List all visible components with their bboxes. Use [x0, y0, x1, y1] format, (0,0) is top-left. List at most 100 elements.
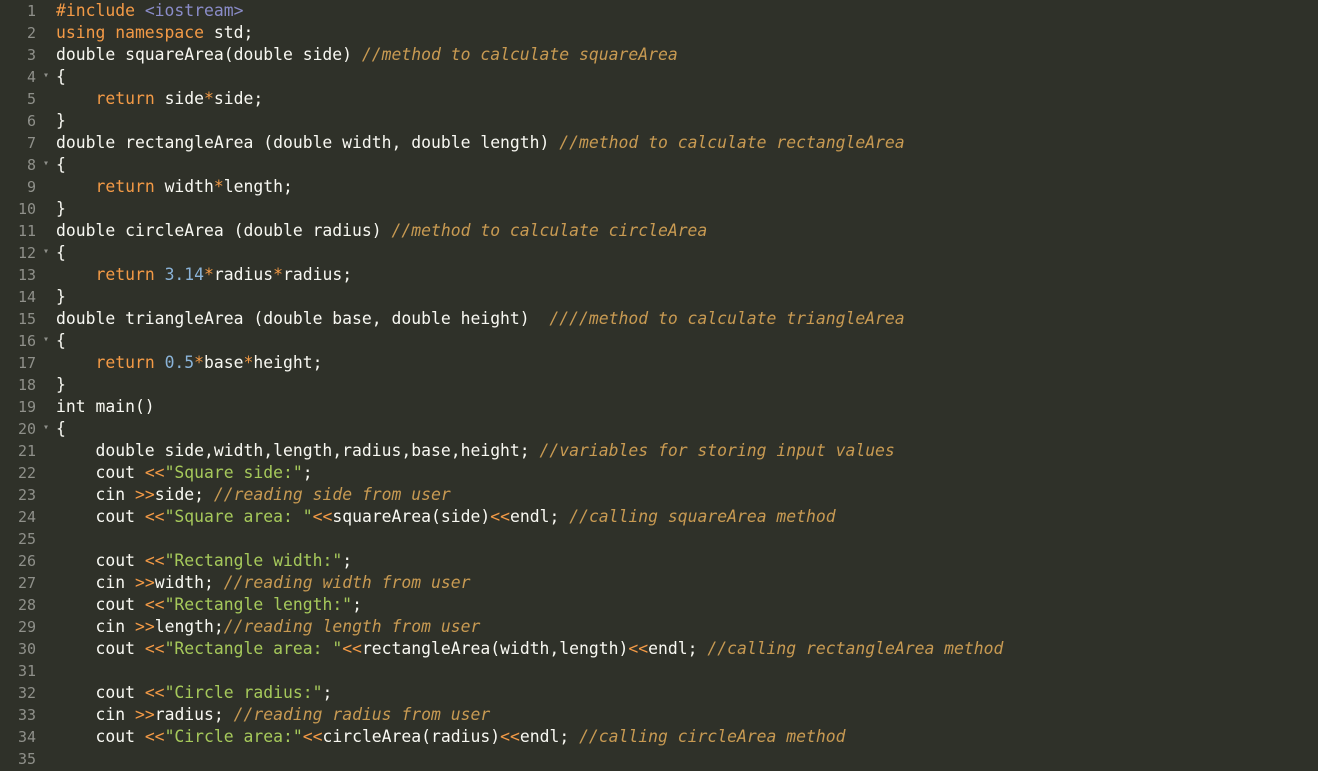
line-number[interactable]: 20 — [0, 417, 52, 440]
code-token: << — [628, 639, 649, 658]
line-number: 24 — [17, 508, 36, 526]
code-line[interactable]: cout <<"Square side:"; — [52, 462, 1318, 484]
code-token: { — [56, 155, 66, 174]
code-token: //variables for storing input values — [539, 441, 895, 460]
code-line[interactable]: return width*length; — [52, 176, 1318, 198]
code-line[interactable]: ​ — [52, 660, 1318, 682]
code-token: std; — [213, 23, 254, 42]
line-number: 26 — [17, 552, 36, 570]
code-line[interactable]: cout <<"Square area: "<<squareArea(side)… — [52, 506, 1318, 528]
code-token: cin — [56, 485, 135, 504]
code-line[interactable]: cout <<"Rectangle area: "<<rectangleArea… — [52, 638, 1318, 660]
code-token: ; — [342, 551, 353, 570]
code-token: "Circle radius:" — [164, 683, 323, 702]
code-token: { — [56, 419, 66, 438]
line-number[interactable]: 12 — [0, 241, 52, 264]
code-editor[interactable]: 1234567891011121314151617181920212223242… — [0, 0, 1318, 771]
code-token: //method to calculate rectangleArea — [559, 133, 905, 152]
code-token: cout — [56, 727, 145, 746]
code-token: 3.14 — [164, 265, 205, 284]
code-line[interactable]: } — [52, 286, 1318, 308]
code-token: ; — [322, 683, 333, 702]
code-token: cin — [56, 617, 135, 636]
code-token: squareArea(side) — [332, 507, 491, 526]
code-line[interactable]: { — [52, 154, 1318, 176]
line-number[interactable]: 16 — [0, 329, 52, 352]
code-line[interactable]: return 3.14*radius*radius; — [52, 264, 1318, 286]
line-number[interactable]: 8 — [0, 153, 52, 176]
line-number: 32 — [17, 684, 36, 702]
code-token: "Rectangle length:" — [164, 595, 353, 614]
line-number: 9 — [26, 178, 36, 196]
code-line[interactable]: return 0.5*base*height; — [52, 352, 1318, 374]
code-line[interactable]: #include <iostream> — [52, 0, 1318, 22]
code-token: radius — [213, 265, 274, 284]
code-token: side; — [213, 89, 264, 108]
code-token: double triangleArea (double base, double… — [56, 309, 550, 328]
code-line[interactable]: cout <<"Circle radius:"; — [52, 682, 1318, 704]
code-line[interactable]: } — [52, 374, 1318, 396]
line-number: 35 — [17, 750, 36, 768]
code-line[interactable]: ​ — [52, 528, 1318, 550]
code-token: << — [144, 639, 165, 658]
code-token: ////method to calculate triangleArea — [549, 309, 905, 328]
code-token: ; — [352, 595, 362, 614]
code-line[interactable]: double circleArea (double radius) //meth… — [52, 220, 1318, 242]
code-line[interactable]: cout <<"Rectangle length:"; — [52, 594, 1318, 616]
code-line[interactable]: } — [52, 198, 1318, 220]
code-line[interactable]: int main() — [52, 396, 1318, 418]
code-token: cin — [56, 705, 135, 724]
code-line[interactable]: cout <<"Rectangle width:"; — [52, 550, 1318, 572]
line-number: 29 — [17, 618, 36, 636]
code-token: << — [144, 595, 165, 614]
line-number: 3 — [26, 46, 36, 64]
code-token: cout — [56, 639, 145, 658]
code-token: * — [194, 353, 205, 372]
line-number[interactable]: 4 — [0, 65, 52, 88]
code-token: << — [490, 507, 510, 526]
code-token: radius; — [283, 265, 353, 284]
code-token: circleArea(radius) — [322, 727, 501, 746]
code-token: 0.5 — [164, 353, 195, 372]
code-line[interactable]: double squareArea(double side) //method … — [52, 44, 1318, 66]
code-line[interactable]: { — [52, 66, 1318, 88]
code-token: width — [164, 177, 214, 196]
code-token: double circleArea (double radius) — [56, 221, 392, 240]
code-token: return — [95, 353, 165, 372]
code-token: { — [56, 331, 66, 350]
code-line[interactable]: cout <<"Circle area:"<<circleArea(radius… — [52, 726, 1318, 748]
code-token: double rectangleArea (double width, doub… — [56, 133, 560, 152]
code-line[interactable]: cin >>width; //reading width from user — [52, 572, 1318, 594]
line-number: 23 — [17, 486, 36, 504]
code-token: return — [95, 89, 165, 108]
code-token: << — [144, 463, 165, 482]
code-token: side; — [154, 485, 214, 504]
code-token: << — [302, 727, 323, 746]
code-token: * — [204, 89, 214, 108]
code-token: cout — [56, 507, 145, 526]
code-token: endl; — [648, 639, 708, 658]
code-token: * — [204, 265, 214, 284]
code-token: side — [164, 89, 205, 108]
code-line[interactable]: cin >>radius; //reading radius from user — [52, 704, 1318, 726]
code-line[interactable]: return side*side; — [52, 88, 1318, 110]
code-line[interactable]: using namespace std; — [52, 22, 1318, 44]
code-token: int main() — [56, 397, 155, 416]
code-line[interactable]: ​ — [52, 748, 1318, 770]
code-token: <iostream> — [144, 1, 244, 20]
code-line[interactable]: cin >>side; //reading side from user — [52, 484, 1318, 506]
code-line[interactable]: double triangleArea (double base, double… — [52, 308, 1318, 330]
code-line[interactable]: } — [52, 110, 1318, 132]
code-line[interactable]: { — [52, 418, 1318, 440]
code-token: double side,width,length,radius,base,hei… — [56, 441, 540, 460]
code-line[interactable]: double side,width,length,radius,base,hei… — [52, 440, 1318, 462]
code-token: "Rectangle width:" — [164, 551, 343, 570]
code-line[interactable]: cin >>length;//reading length from user — [52, 616, 1318, 638]
line-number: 6 — [26, 112, 36, 130]
code-line[interactable]: double rectangleArea (double width, doub… — [52, 132, 1318, 154]
code-line[interactable]: { — [52, 242, 1318, 264]
code-line[interactable]: { — [52, 330, 1318, 352]
code-token: cout — [56, 463, 145, 482]
code-text-area[interactable]: #include <iostream> using namespace std; d… — [52, 0, 1318, 771]
